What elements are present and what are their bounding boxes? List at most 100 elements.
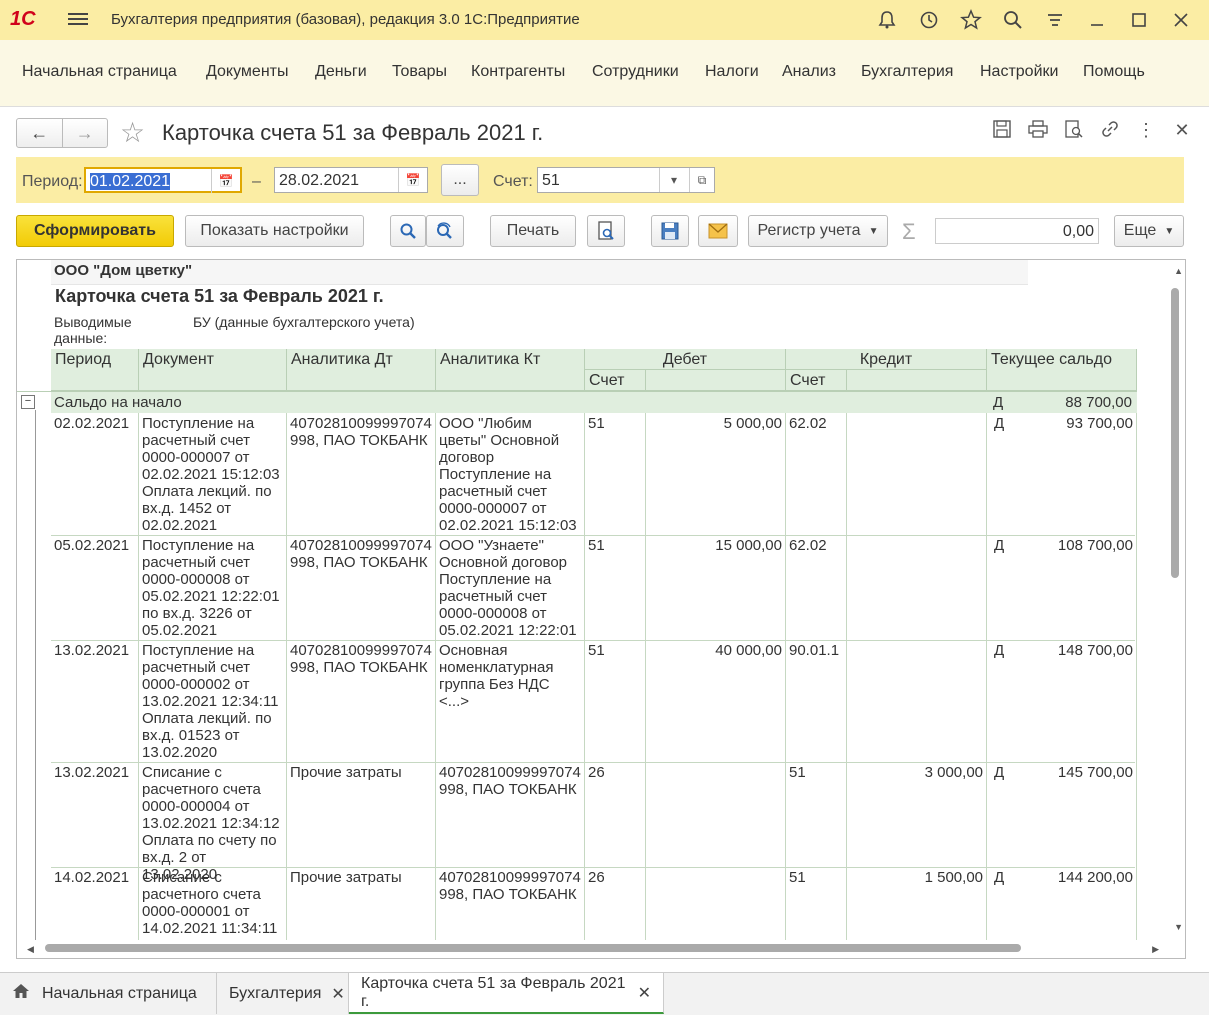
cell-document[interactable]: Списание с расчетного счета 0000-000004 … (139, 762, 287, 883)
back-arrow-icon[interactable]: ← (17, 119, 63, 147)
cell-document[interactable]: Поступление на расчетный счет 0000-00000… (139, 535, 287, 640)
cell-credit-sum: 1 500,00 (847, 867, 987, 940)
section-documents[interactable]: Документы (206, 63, 288, 81)
scroll-down-icon[interactable]: ▼ (1174, 922, 1183, 932)
scroll-left-icon[interactable]: ◀ (27, 944, 34, 955)
account-label: Счет: (493, 173, 533, 190)
more-vertical-icon[interactable]: ⋮ (1135, 120, 1157, 143)
open-windows-bar: Начальная страница Бухгалтерия ✕ Карточк… (0, 972, 1209, 1015)
tab-home[interactable]: Начальная страница (0, 973, 217, 1014)
open-icon[interactable]: ⧉ (689, 168, 714, 192)
account-field[interactable]: 51 ▾ ⧉ (537, 167, 715, 193)
tab-accounting[interactable]: Бухгалтерия ✕ (217, 973, 349, 1014)
vertical-scrollbar[interactable] (1171, 288, 1179, 578)
section-accounting[interactable]: Бухгалтерия (861, 63, 953, 81)
show-settings-button[interactable]: Показать настройки (185, 215, 364, 247)
find-next-button[interactable] (426, 215, 464, 247)
main-menu-icon[interactable] (68, 10, 88, 30)
sum-field: 0,00 (935, 218, 1099, 244)
section-goods[interactable]: Товары (392, 63, 447, 81)
period-to-field[interactable]: 28.02.2021 📅 (274, 167, 428, 193)
period-bar: Период: 01.02.2021 📅 – 28.02.2021 📅 ... … (16, 157, 1184, 203)
cell-document[interactable]: Поступление на расчетный счет 0000-00000… (139, 413, 287, 535)
search-icon (400, 223, 416, 239)
section-home[interactable]: Начальная страница (22, 63, 177, 81)
cell-document[interactable]: Списание с расчетного счета 0000-000001 … (139, 867, 287, 940)
cell-debit-account: 51 (585, 640, 646, 762)
cell-credit-account: 62.02 (786, 413, 847, 535)
period-select-button[interactable]: ... (441, 164, 479, 196)
register-dropdown[interactable]: Регистр учета ▼ (748, 215, 888, 247)
maximize-icon[interactable] (1123, 6, 1155, 34)
cell-credit-account: 90.01.1 (786, 640, 847, 762)
period-label: Период: (22, 173, 83, 190)
form-header: ← → ☆ Карточка счета 51 за Февраль 2021 … (16, 116, 1193, 150)
calendar-icon[interactable]: 📅 (211, 169, 240, 193)
report-title: Карточка счета 51 за Февраль 2021 г. (55, 286, 384, 306)
save-icon[interactable] (991, 120, 1013, 143)
sum-icon: Σ (902, 219, 916, 244)
cell-side: Д (994, 642, 1005, 659)
cell-credit-account: 51 (786, 867, 847, 940)
favorite-star-icon[interactable]: ☆ (120, 116, 145, 149)
dropdown-icon[interactable]: ▾ (659, 168, 688, 192)
cell-debit-sum (646, 867, 786, 940)
collapse-icon[interactable]: − (21, 395, 35, 409)
home-icon (12, 983, 30, 1004)
scroll-up-icon[interactable]: ▲ (1174, 266, 1183, 276)
tab-close-icon[interactable]: ✕ (638, 983, 651, 1003)
cell-debit-sum: 40 000,00 (646, 640, 786, 762)
period-from-field[interactable]: 01.02.2021 📅 (84, 167, 242, 193)
search-next-icon (437, 222, 452, 239)
search-icon[interactable] (997, 6, 1029, 34)
history-icon[interactable] (913, 6, 945, 34)
preview-icon[interactable] (1063, 120, 1085, 143)
cell-credit-sum (847, 640, 987, 762)
link-icon[interactable] (1099, 120, 1121, 143)
cell-analytics-dt: 40702810099997074 998, ПАО ТОКБАНК (287, 413, 436, 535)
header-period: Период (51, 349, 139, 391)
output-label: Выводимые данные: (54, 314, 132, 346)
header-analytics-dt: Аналитика Дт (287, 349, 436, 391)
settings-icon[interactable] (1039, 6, 1071, 34)
header-analytics-kt: Аналитика Кт (436, 349, 585, 391)
cell-document[interactable]: Поступление на расчетный счет 0000-00000… (139, 640, 287, 762)
tab-close-icon[interactable]: ✕ (331, 984, 344, 1004)
section-taxes[interactable]: Налоги (705, 63, 759, 81)
horizontal-scrollbar[interactable] (45, 944, 1021, 952)
preview-button[interactable] (587, 215, 625, 247)
report-area[interactable]: ООО "Дом цветку" Карточка счета 51 за Фе… (16, 259, 1186, 959)
cell-side: Д (994, 764, 1005, 781)
sections-panel: Начальная страница Документы Деньги Това… (0, 40, 1209, 107)
email-button[interactable] (698, 215, 738, 247)
section-contractors[interactable]: Контрагенты (471, 63, 565, 81)
generate-button[interactable]: Сформировать (16, 215, 174, 247)
forward-arrow-icon[interactable]: → (63, 119, 108, 147)
cell-debit-sum: 5 000,00 (646, 413, 786, 535)
section-analysis[interactable]: Анализ (782, 63, 836, 81)
form-close-icon[interactable]: ✕ (1171, 120, 1193, 143)
save-button[interactable] (651, 215, 689, 247)
section-help[interactable]: Помощь (1083, 63, 1145, 81)
section-settings[interactable]: Настройки (980, 63, 1058, 81)
find-button[interactable] (390, 215, 426, 247)
cell-side: Д (994, 537, 1005, 554)
period-dash: – (252, 173, 261, 190)
minimize-icon[interactable] (1081, 6, 1113, 34)
tab-account-card[interactable]: Карточка счета 51 за Февраль 2021 г. ✕ (349, 973, 664, 1014)
star-icon[interactable] (955, 6, 987, 34)
more-dropdown[interactable]: Еще ▼ (1114, 215, 1184, 247)
close-icon[interactable] (1165, 6, 1197, 34)
print-icon[interactable] (1027, 120, 1049, 143)
section-money[interactable]: Деньги (315, 63, 367, 81)
envelope-icon (708, 223, 728, 239)
scroll-right-icon[interactable]: ▶ (1152, 944, 1159, 955)
calendar-icon[interactable]: 📅 (398, 168, 427, 192)
bell-icon[interactable] (871, 6, 903, 34)
cell-balance: 108 700,00 (1017, 535, 1137, 640)
cell-side: Д (994, 869, 1005, 886)
print-button[interactable]: Печать (490, 215, 576, 247)
cell-analytics-dt: Прочие затраты (287, 762, 436, 867)
cell-analytics-dt: 40702810099997074 998, ПАО ТОКБАНК (287, 535, 436, 640)
section-employees[interactable]: Сотрудники (592, 63, 679, 81)
